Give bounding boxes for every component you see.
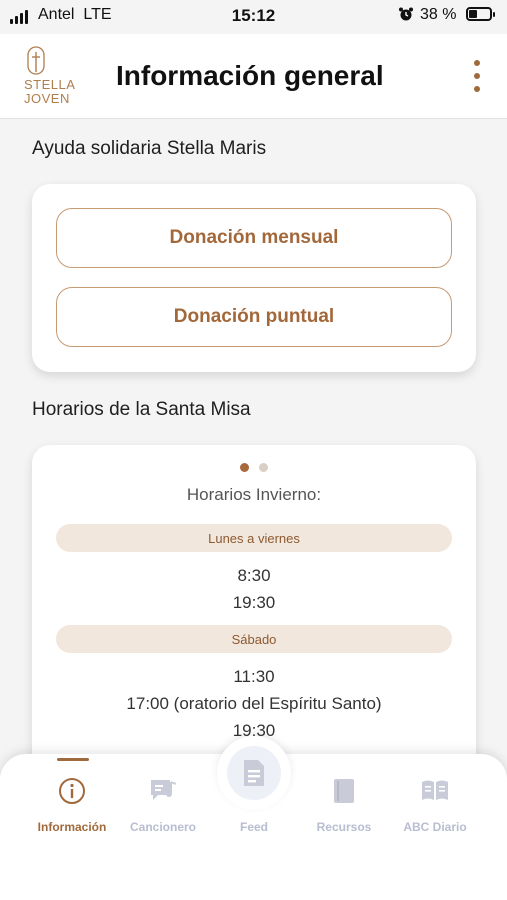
donations-section-title: Ayuda solidaria Stella Maris bbox=[32, 138, 267, 159]
nav-label: Cancionero bbox=[129, 820, 196, 834]
mass-time: 11:30 bbox=[233, 667, 275, 686]
active-tab-indicator bbox=[57, 758, 89, 761]
more-options-icon[interactable] bbox=[468, 60, 486, 92]
stella-joven-logo: STELLA JOVEN bbox=[20, 44, 80, 108]
music-note-icon bbox=[151, 780, 177, 800]
nav-item-informacion[interactable]: Información bbox=[27, 772, 117, 842]
carousel-dot-1[interactable] bbox=[240, 463, 249, 472]
nav-label: ABC Diario bbox=[403, 820, 467, 834]
nav-label: Feed bbox=[239, 820, 268, 834]
mass-time: 17:00 (oratorio del Espíritu Santo) bbox=[126, 694, 382, 713]
logo-line1: STELLA bbox=[24, 77, 76, 92]
schedule-title: Horarios Invierno: bbox=[186, 485, 322, 504]
mass-time: 19:30 bbox=[232, 593, 276, 612]
battery-percent: 38 % bbox=[420, 6, 457, 23]
logo-line2: JOVEN bbox=[24, 91, 70, 106]
carousel-dot-2[interactable] bbox=[259, 463, 268, 472]
info-icon bbox=[59, 778, 85, 804]
nav-label: Recursos bbox=[316, 820, 372, 834]
single-donation-button[interactable]: Donación puntual bbox=[56, 287, 452, 347]
app-header: STELLA JOVEN Información general bbox=[0, 34, 507, 119]
mass-time: 8:30 bbox=[237, 566, 271, 585]
nav-item-cancionero[interactable]: Cancionero bbox=[118, 772, 208, 842]
status-bar: Antel LTE 15:12 38 % bbox=[0, 0, 507, 34]
day-badge-saturday: Sábado bbox=[56, 625, 452, 653]
day-badge-weekdays: Lunes a viernes bbox=[56, 524, 452, 552]
nav-label: Información bbox=[37, 820, 107, 834]
nav-item-feed[interactable]: Feed bbox=[209, 772, 299, 842]
alarm-icon bbox=[399, 7, 413, 21]
page-title: Información general bbox=[116, 60, 384, 91]
nav-item-recursos[interactable]: Recursos bbox=[299, 772, 389, 842]
nav-item-abc-diario[interactable]: ABC Diario bbox=[390, 772, 480, 842]
carousel-pagination[interactable] bbox=[32, 463, 476, 472]
open-book-icon bbox=[422, 780, 448, 800]
mass-section-title: Horarios de la Santa Misa bbox=[32, 399, 251, 420]
monthly-donation-button[interactable]: Donación mensual bbox=[56, 208, 452, 268]
book-icon bbox=[334, 779, 354, 803]
donations-card: Donación mensual Donación puntual bbox=[32, 184, 476, 372]
battery-icon bbox=[466, 7, 495, 21]
